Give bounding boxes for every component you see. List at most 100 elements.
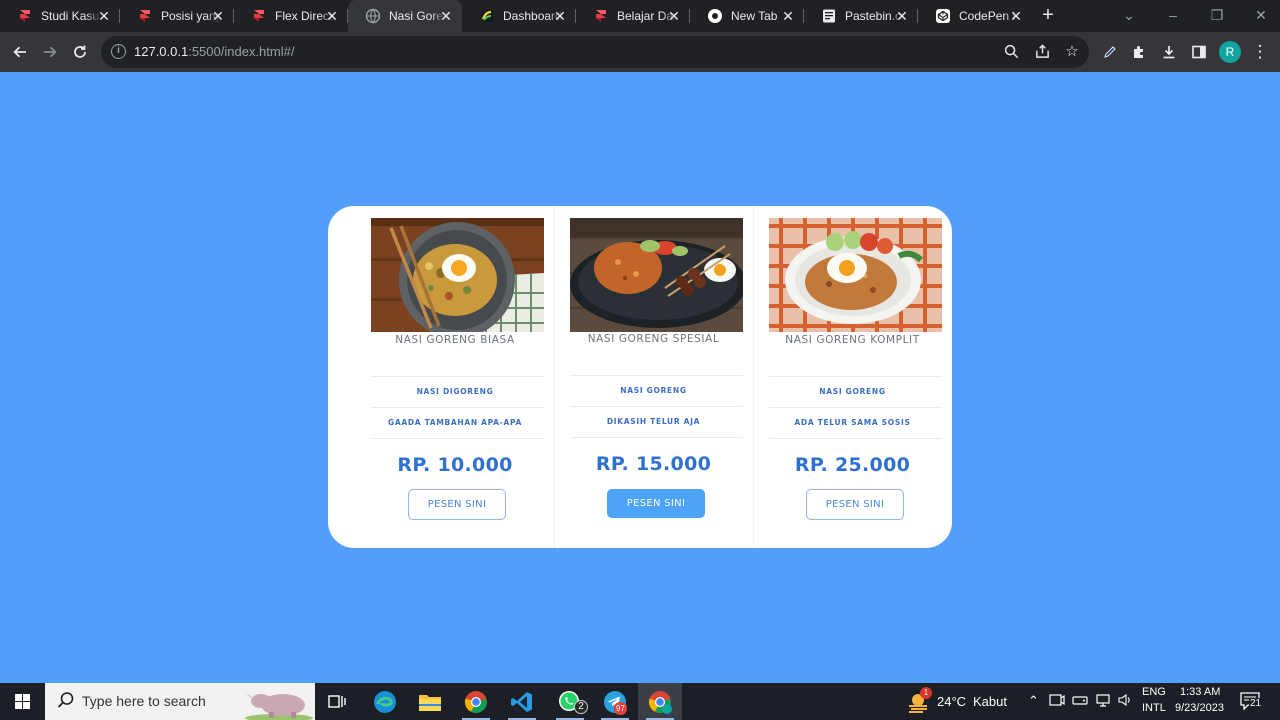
order-button-biasa[interactable]: PESEN SINI	[408, 489, 506, 520]
network-icon[interactable]	[1095, 693, 1111, 710]
weather-badge: 1	[920, 687, 932, 699]
meet-now-icon[interactable]	[1049, 693, 1065, 710]
close-icon[interactable]: ✕	[324, 8, 340, 24]
framer-red-icon	[17, 8, 33, 24]
tab-title: Studi Kasus	[41, 9, 101, 23]
menu-kebab-icon[interactable]: ⋮	[1246, 38, 1274, 66]
tab-pastebin[interactable]: Pastebin.com ✕	[804, 0, 918, 32]
divider	[371, 376, 544, 377]
drive-icon[interactable]	[1072, 693, 1088, 710]
fried-rice-komplit-image	[769, 218, 942, 332]
chrome-icon[interactable]	[454, 683, 498, 720]
notifications-icon[interactable]: 21	[1240, 692, 1263, 711]
back-icon[interactable]	[6, 38, 34, 66]
language-top[interactable]: ENG	[1142, 686, 1166, 698]
close-icon[interactable]: ✕	[210, 8, 226, 24]
search-icon	[57, 691, 75, 714]
tab-new-tab[interactable]: New Tab ✕	[690, 0, 804, 32]
forward-icon[interactable]	[36, 38, 64, 66]
close-icon[interactable]: ✕	[780, 8, 796, 24]
edge-icon[interactable]	[363, 683, 407, 720]
windows-logo-icon	[15, 694, 30, 709]
volume-icon[interactable]	[1117, 693, 1133, 710]
tab-belajar-dasar[interactable]: Belajar Dasar ✕	[576, 0, 690, 32]
weather-icon[interactable]: 1	[906, 687, 932, 715]
menu-item-spesial: NASI GORENG SPESIAL NASI GORENG DIKASIH …	[554, 206, 752, 548]
task-view-icon[interactable]	[315, 683, 359, 720]
tab-search-chevron-icon[interactable]: ⌄	[1107, 0, 1151, 32]
weather-desc[interactable]: Kabut	[973, 694, 1007, 709]
minimize-icon[interactable]: –	[1151, 0, 1195, 32]
close-icon[interactable]: ✕	[894, 8, 910, 24]
address-bar[interactable]: i 127.0.0.1:5500/index.html#/ ☆	[101, 36, 1089, 68]
telegram-icon[interactable]: 97	[593, 683, 637, 720]
pen-extension-icon[interactable]	[1096, 38, 1124, 66]
item-price: RP. 10.000	[397, 454, 513, 476]
taskbar-search-box[interactable]: Type here to search	[45, 683, 315, 720]
tab-strip: Studi Kasus ✕ Posisi yang ✕ Flex Directi…	[0, 0, 1280, 32]
restore-icon[interactable]: ❐	[1195, 0, 1239, 32]
file-explorer-icon[interactable]	[408, 683, 452, 720]
vscode-icon[interactable]	[500, 683, 544, 720]
telegram-badge: 97	[614, 702, 627, 715]
close-icon[interactable]: ✕	[666, 8, 682, 24]
order-button-komplit[interactable]: PESEN SINI	[806, 489, 904, 520]
tab-posisi[interactable]: Posisi yang ✕	[120, 0, 234, 32]
feature-text: NASI DIGORENG	[416, 387, 494, 396]
bookmark-star-icon[interactable]: ☆	[1062, 42, 1082, 62]
divider	[769, 376, 942, 377]
page-viewport: NASI GORENG BIASA NASI DIGORENG GAADA TA…	[0, 72, 1280, 683]
tab-nasi-goreng[interactable]: Nasi Goreng ✕	[348, 0, 462, 32]
start-button[interactable]	[0, 683, 45, 720]
close-icon[interactable]: ✕	[1008, 8, 1024, 24]
tab-flex-direction[interactable]: Flex Direction ✕	[234, 0, 348, 32]
close-icon[interactable]: ✕	[438, 8, 454, 24]
framer-red-icon	[251, 8, 267, 24]
chrome-profile-icon[interactable]	[638, 683, 682, 720]
menu-item-biasa: NASI GORENG BIASA NASI DIGORENG GAADA TA…	[356, 206, 554, 548]
tab-studi-kasus[interactable]: Studi Kasus ✕	[0, 0, 120, 32]
divider	[371, 407, 544, 408]
share-icon[interactable]	[1032, 42, 1052, 62]
profile-avatar[interactable]: R	[1219, 41, 1241, 63]
feature-text: GAADA TAMBAHAN APA-APA	[387, 418, 523, 427]
close-icon[interactable]: ✕	[96, 8, 112, 24]
clock-time[interactable]: 1:33 AM	[1180, 686, 1220, 698]
globe-icon	[365, 8, 381, 24]
reload-icon[interactable]	[66, 38, 94, 66]
tab-title: Nasi Goreng	[389, 9, 445, 23]
divider	[371, 438, 544, 439]
framer-red-icon	[137, 8, 153, 24]
item-name: NASI GORENG KOMPLIT	[785, 334, 920, 346]
tab-codepen[interactable]: CodePen Home ✕	[918, 0, 1032, 32]
close-icon[interactable]: ✕	[552, 8, 568, 24]
order-button-spesial[interactable]: PESEN SINI	[607, 489, 705, 518]
extensions-puzzle-icon[interactable]	[1125, 38, 1153, 66]
weather-temp[interactable]: 24°C	[937, 694, 966, 709]
chevron-up-icon[interactable]: ⌃	[1028, 693, 1039, 709]
fried-rice-biasa-image	[371, 218, 544, 332]
feature-text: ADA TELUR SAMA SOSIS	[794, 418, 911, 427]
framer-red-icon	[593, 8, 609, 24]
new-tab-button[interactable]: +	[1038, 5, 1058, 26]
divider	[769, 407, 942, 408]
zoom-search-icon[interactable]	[1001, 42, 1021, 62]
item-name: NASI GORENG SPESIAL	[587, 333, 720, 345]
clock-date[interactable]: 9/23/2023	[1175, 702, 1224, 714]
language-bottom[interactable]: INTL	[1142, 702, 1166, 714]
pastebin-icon	[821, 8, 837, 24]
divider	[570, 406, 743, 407]
divider	[769, 438, 942, 439]
codepen-icon	[935, 8, 951, 24]
divider	[570, 437, 743, 438]
close-window-icon[interactable]: ✕	[1239, 0, 1280, 32]
fried-rice-spesial-image	[570, 218, 743, 332]
browser-toolbar: i 127.0.0.1:5500/index.html#/ ☆ R ⋮	[0, 32, 1280, 72]
tab-dashboard[interactable]: Dashboard ✕	[462, 0, 576, 32]
menu-item-komplit: NASI GORENG KOMPLIT NASI GORENG ADA TELU…	[753, 206, 951, 548]
site-info-icon[interactable]: i	[111, 44, 126, 59]
side-panel-icon[interactable]	[1185, 38, 1213, 66]
whatsapp-icon[interactable]: 2	[548, 683, 592, 720]
download-icon[interactable]	[1155, 38, 1183, 66]
item-name: NASI GORENG BIASA	[395, 334, 515, 346]
